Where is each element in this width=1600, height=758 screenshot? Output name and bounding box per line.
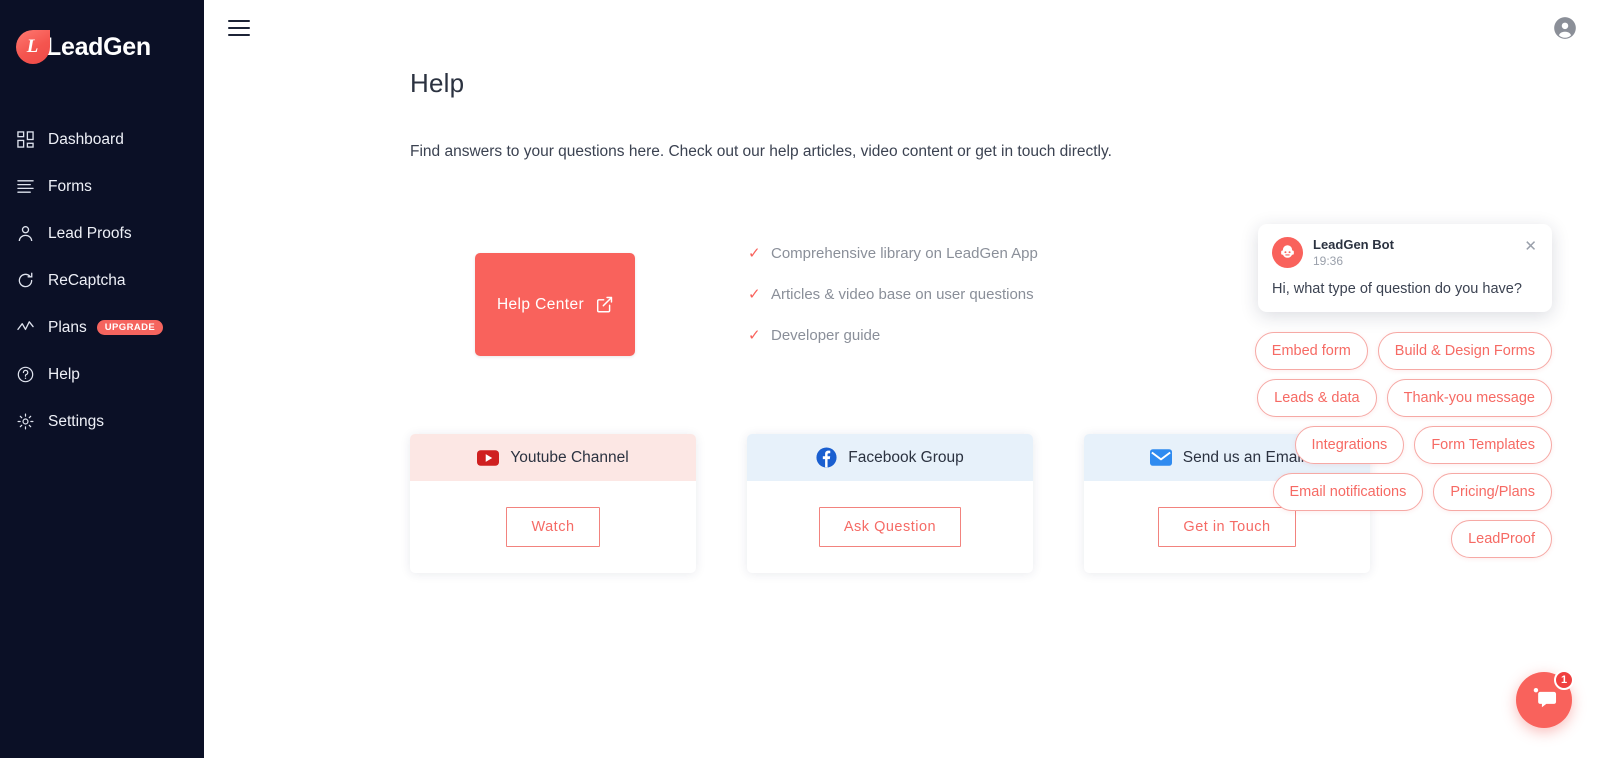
main-area: Help Find answers to your questions here… (204, 0, 1600, 758)
list-lines-icon (14, 176, 36, 198)
question-circle-icon (14, 364, 36, 386)
bot-message-text: Hi, what type of question do you have? (1272, 281, 1522, 297)
card-youtube-channel: Youtube Channel Watch (410, 434, 696, 573)
quick-reply-chip[interactable]: Email notifications (1272, 473, 1424, 511)
hamburger-line (228, 20, 250, 22)
checklist-item: ✓ Comprehensive library on LeadGen App (748, 233, 1038, 274)
sidebar-item-label: Forms (48, 177, 92, 195)
quick-reply-chip[interactable]: Embed form (1254, 332, 1368, 370)
quick-reply-chip[interactable]: Form Templates (1414, 426, 1552, 464)
bot-timestamp: 19:36 (1313, 254, 1344, 268)
checklist-item: ✓ Developer guide (748, 315, 1038, 356)
hamburger-line (228, 34, 250, 36)
card-body: Watch (410, 481, 696, 573)
quick-reply-chip[interactable]: Thank-you message (1386, 379, 1552, 417)
sidebar-item-settings[interactable]: Settings (0, 398, 204, 445)
leadgen-droplet-icon: L (16, 30, 50, 64)
external-link-icon (596, 296, 613, 313)
sidebar-item-dashboard[interactable]: Dashboard (0, 116, 204, 163)
unread-badge: 1 (1554, 670, 1574, 690)
gear-icon (14, 411, 36, 433)
page-title: Help (410, 68, 465, 98)
quick-reply-chip[interactable]: Leads & data (1257, 379, 1377, 417)
facebook-icon (816, 447, 837, 468)
check-icon: ✓ (748, 286, 761, 303)
bot-name: LeadGen Bot (1313, 237, 1394, 252)
sidebar: L LeadGen Dashboard Forms Lead Proofs Re… (0, 0, 204, 758)
email-icon (1149, 449, 1172, 466)
sidebar-item-label: Plans (48, 318, 87, 336)
watch-button[interactable]: Watch (506, 507, 600, 547)
sidebar-item-help[interactable]: Help (0, 351, 204, 398)
checklist-item: ✓ Articles & video base on user question… (748, 274, 1038, 315)
feature-checklist: ✓ Comprehensive library on LeadGen App ✓… (748, 231, 1038, 356)
card-header: Youtube Channel (410, 434, 696, 481)
sidebar-item-label: Settings (48, 412, 105, 430)
check-icon: ✓ (748, 327, 761, 344)
card-title: Facebook Group (848, 448, 964, 466)
app-root: L LeadGen Dashboard Forms Lead Proofs Re… (0, 0, 1600, 758)
sidebar-item-label: ReCaptcha (48, 271, 126, 289)
help-center-button[interactable]: Help Center (474, 253, 636, 356)
help-center-label: Help Center (496, 295, 585, 313)
card-facebook-group: Facebook Group Ask Question (747, 434, 1033, 573)
chat-launcher-button[interactable]: 1 (1516, 670, 1574, 728)
hamburger-line (228, 27, 250, 29)
page-subtitle: Find answers to your questions here. Che… (410, 143, 1112, 160)
hamburger-icon[interactable] (228, 20, 250, 36)
refresh-circle-icon (14, 270, 36, 292)
sidebar-nav: Dashboard Forms Lead Proofs ReCaptcha Pl… (0, 116, 204, 445)
quick-reply-list: Embed form Build & Design Forms Leads & … (1252, 332, 1552, 558)
bot-message-card: LeadGen Bot 19:36 ✕ Hi, what type of que… (1258, 224, 1552, 312)
bot-meta: LeadGen Bot 19:36 (1313, 237, 1513, 268)
topbar (204, 0, 1600, 56)
sidebar-item-label: Dashboard (48, 130, 124, 148)
upgrade-badge[interactable]: UPGRADE (96, 319, 164, 336)
checklist-label: Developer guide (771, 327, 881, 344)
sidebar-item-plans[interactable]: Plans UPGRADE (0, 304, 204, 351)
card-header: Facebook Group (747, 434, 1033, 481)
sidebar-item-recaptcha[interactable]: ReCaptcha (0, 257, 204, 304)
chat-bubble-icon (1531, 685, 1558, 715)
quick-reply-chip[interactable]: Integrations (1294, 426, 1405, 464)
sidebar-item-lead-proofs[interactable]: Lead Proofs (0, 210, 204, 257)
bot-header: LeadGen Bot 19:36 ✕ (1272, 237, 1538, 268)
ask-question-button[interactable]: Ask Question (818, 507, 962, 547)
sidebar-item-label: Help (48, 365, 80, 383)
dashboard-grid-icon (14, 129, 36, 151)
youtube-icon (477, 449, 500, 466)
brand-name: LeadGen (46, 32, 151, 61)
quick-reply-chip[interactable]: Build & Design Forms (1377, 332, 1552, 370)
brand-logo[interactable]: L LeadGen (0, 0, 204, 72)
logo-letter: L (26, 36, 39, 57)
checklist-label: Comprehensive library on LeadGen App (771, 245, 1038, 262)
close-icon[interactable]: ✕ (1523, 237, 1538, 256)
quick-reply-chip[interactable]: Pricing/Plans (1433, 473, 1552, 511)
sidebar-item-forms[interactable]: Forms (0, 163, 204, 210)
help-center-column: Help Center (410, 231, 700, 356)
bot-avatar-icon (1272, 237, 1303, 268)
sidebar-item-label: Lead Proofs (48, 224, 132, 242)
card-title: Youtube Channel (510, 448, 629, 466)
trend-line-icon (14, 317, 36, 339)
quick-reply-chip[interactable]: LeadProof (1451, 520, 1552, 558)
account-circle-icon[interactable] (1552, 15, 1578, 41)
checklist-label: Articles & video base on user questions (771, 286, 1034, 303)
card-body: Ask Question (747, 481, 1033, 573)
check-icon: ✓ (748, 245, 761, 262)
person-icon (14, 223, 36, 245)
